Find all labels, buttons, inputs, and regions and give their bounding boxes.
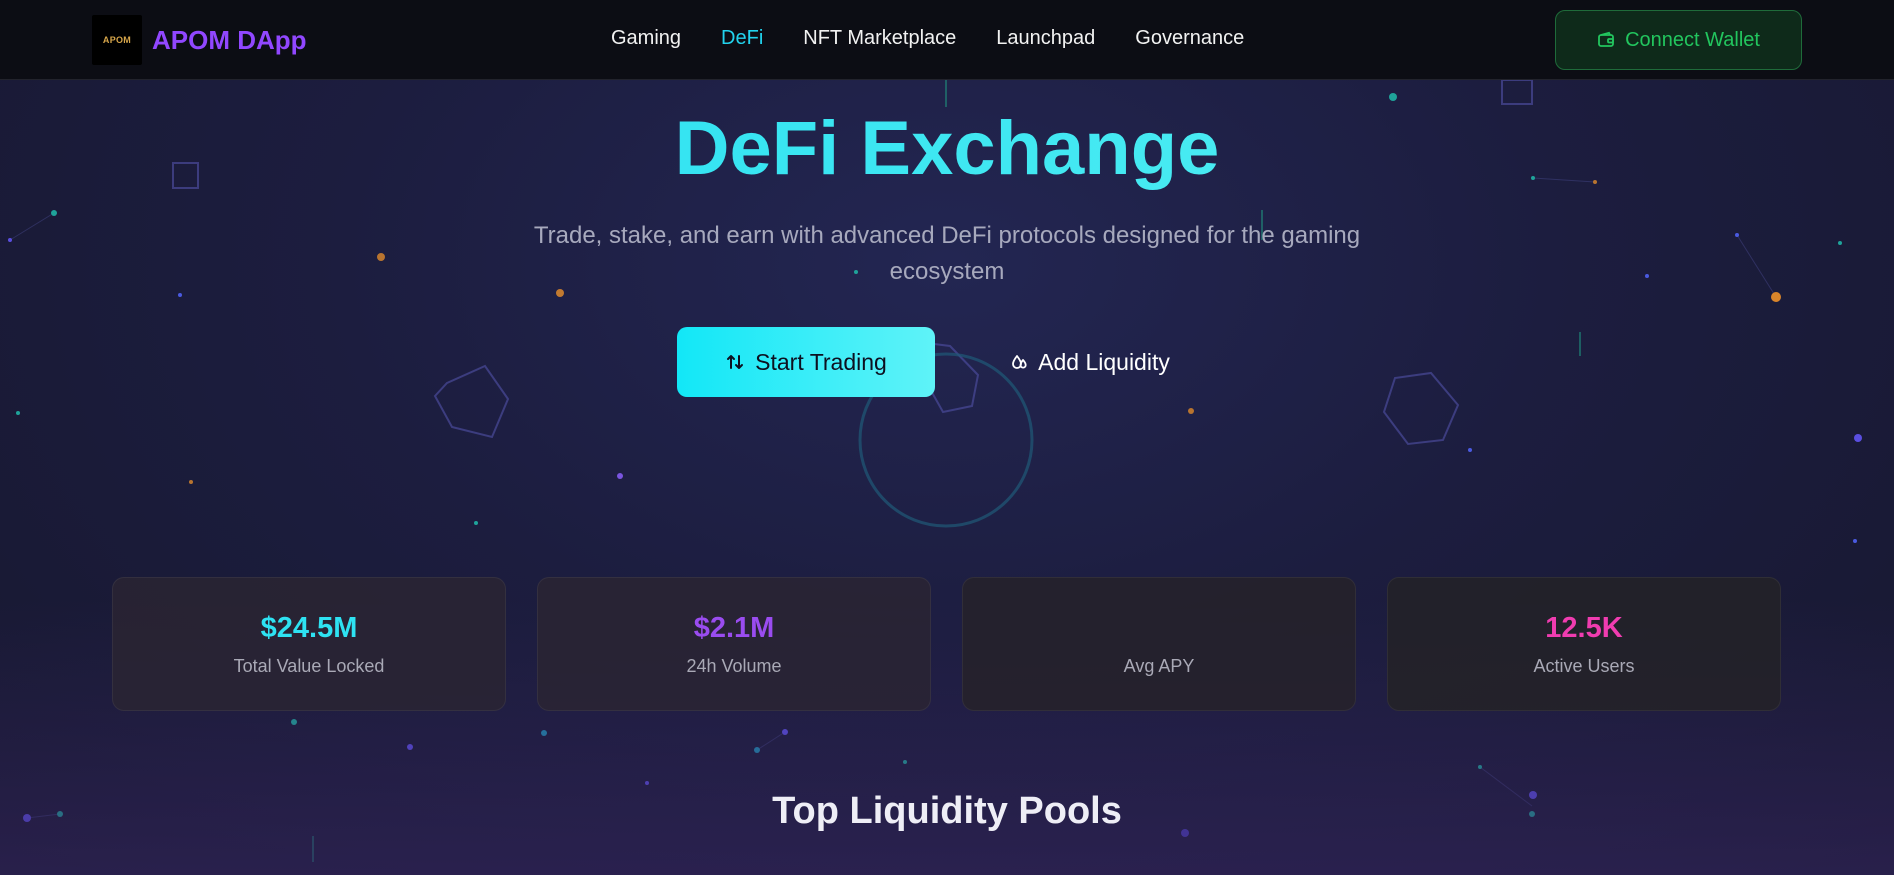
stat-card-users: 12.5K Active Users xyxy=(1387,577,1781,711)
start-trading-button[interactable]: Start Trading xyxy=(677,327,935,397)
top-navbar: APOM APOM DApp Gaming DeFi NFT Marketpla… xyxy=(0,0,1894,80)
add-liquidity-button[interactable]: Add Liquidity xyxy=(990,327,1190,397)
stat-value: $2.1M xyxy=(693,612,775,644)
nav-item-launchpad[interactable]: Launchpad xyxy=(996,27,1095,50)
app-name: APOM DApp xyxy=(152,24,307,55)
stat-label: Total Value Locked xyxy=(233,656,385,676)
nav-item-nft-marketplace[interactable]: NFT Marketplace xyxy=(803,27,956,50)
start-trading-label: Start Trading xyxy=(755,348,887,375)
app-logo: APOM xyxy=(92,15,142,65)
nav-item-defi[interactable]: DeFi xyxy=(721,27,763,50)
brand[interactable]: APOM APOM DApp xyxy=(92,15,307,65)
droplets-icon xyxy=(1012,355,1027,369)
nav-item-governance[interactable]: Governance xyxy=(1135,27,1244,50)
stat-label: Avg APY xyxy=(1123,656,1195,676)
stat-value: $24.5M xyxy=(260,612,358,644)
wallet-icon xyxy=(1598,31,1614,47)
stat-value xyxy=(963,612,1355,646)
main-nav: Gaming DeFi NFT Marketplace Launchpad Go… xyxy=(611,27,1284,50)
stat-label: 24h Volume xyxy=(686,656,782,676)
stat-label: Active Users xyxy=(1533,656,1635,676)
stat-card-apy: Avg APY xyxy=(962,577,1356,711)
swap-arrows-icon xyxy=(727,355,744,369)
connect-wallet-button[interactable]: Connect Wallet xyxy=(1555,10,1802,70)
logo-text: APOM xyxy=(102,35,132,45)
connect-wallet-label: Connect Wallet xyxy=(1625,28,1760,51)
stat-card-volume: $2.1M 24h Volume xyxy=(537,577,931,711)
nav-item-gaming[interactable]: Gaming xyxy=(611,27,681,50)
top-liquidity-pools-heading: Top Liquidity Pools xyxy=(772,790,1122,832)
hero-title: DeFi Exchange xyxy=(0,105,1894,192)
add-liquidity-label: Add Liquidity xyxy=(1038,348,1170,375)
stat-card-tvl: $24.5M Total Value Locked xyxy=(112,577,506,711)
stat-value: 12.5K xyxy=(1545,612,1623,644)
hero-subtitle: Trade, stake, and earn with advanced DeF… xyxy=(533,222,1361,285)
